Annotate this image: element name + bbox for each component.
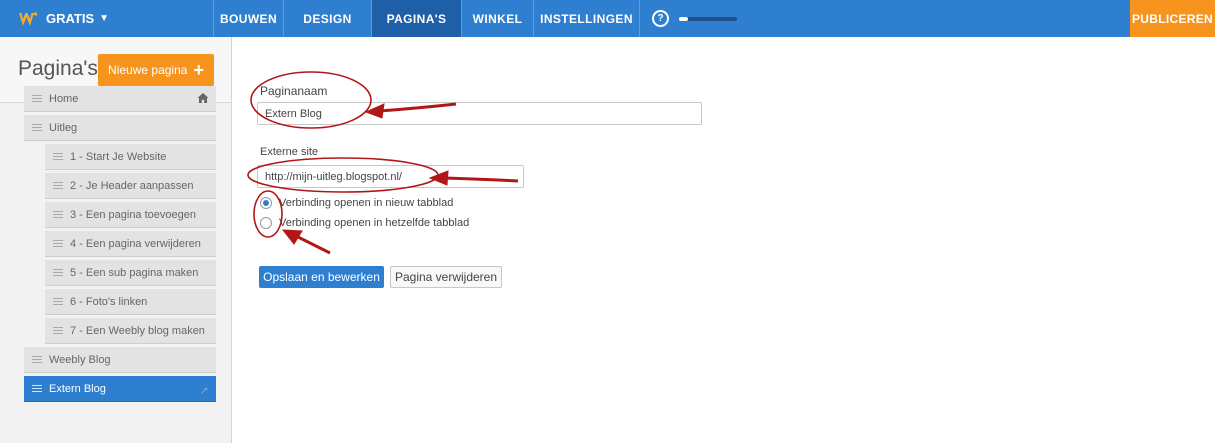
new-page-button[interactable]: Nieuwe pagina + — [98, 54, 214, 86]
help-icon[interactable]: ? — [652, 10, 669, 27]
page-item-weebly-blog-maken[interactable]: 7 - Een Weebly blog maken — [45, 318, 216, 344]
radio-label: Verbinding openen in nieuw tabblad — [279, 197, 454, 209]
setup-progress-fill — [679, 16, 688, 21]
page-item-fotos-linken[interactable]: 6 - Foto's linken — [45, 289, 216, 315]
save-and-edit-button[interactable]: Opslaan en bewerken — [259, 266, 384, 288]
setup-progress-bar — [679, 16, 737, 21]
tab-design[interactable]: DESIGN — [283, 0, 371, 37]
drag-handle-icon[interactable] — [32, 95, 42, 102]
help-area: ? — [639, 0, 737, 37]
plan-menu[interactable]: GRATIS ▼ — [0, 0, 213, 37]
tab-bouwen[interactable]: BOUWEN — [213, 0, 283, 37]
plus-icon: + — [193, 60, 204, 80]
drag-handle-icon[interactable] — [53, 269, 63, 276]
page-item-weebly-blog[interactable]: Weebly Blog — [24, 347, 216, 373]
radio-button-checked[interactable] — [260, 197, 272, 209]
save-label: Opslaan en bewerken — [263, 270, 380, 284]
publish-button[interactable]: PUBLICEREN — [1130, 0, 1215, 37]
tab-label: DESIGN — [303, 11, 352, 26]
page-name-value: Extern Blog — [265, 107, 322, 120]
radio-open-new-tab[interactable]: Verbinding openen in nieuw tabblad — [260, 197, 453, 209]
page-item-label: Home — [49, 92, 79, 105]
drag-handle-icon[interactable] — [53, 211, 63, 218]
sidebar-title: Pagina's — [18, 57, 98, 80]
page-item-home[interactable]: Home — [24, 86, 216, 112]
tab-paginas[interactable]: PAGINA'S — [371, 0, 461, 37]
tab-winkel[interactable]: WINKEL — [461, 0, 533, 37]
drag-handle-icon[interactable] — [32, 356, 42, 363]
help-symbol: ? — [657, 13, 664, 24]
page-name-label: Paginanaam — [260, 84, 328, 98]
tab-label: INSTELLINGEN — [540, 11, 633, 26]
page-item-pagina-toevoegen[interactable]: 3 - Een pagina toevoegen — [45, 202, 216, 228]
tab-label: WINKEL — [472, 11, 523, 26]
tab-label: BOUWEN — [219, 11, 278, 26]
tab-label: PAGINA'S — [386, 11, 447, 26]
drag-handle-icon[interactable] — [53, 240, 63, 247]
drag-handle-icon[interactable] — [53, 182, 63, 189]
top-navigation-bar: GRATIS ▼ BOUWEN DESIGN PAGINA'S WINKEL I… — [0, 0, 1215, 37]
page-item-label: 3 - Een pagina toevoegen — [70, 208, 196, 221]
page-item-label: 2 - Je Header aanpassen — [70, 179, 194, 192]
chevron-down-icon: ▼ — [99, 13, 110, 24]
page-item-start-je-website[interactable]: 1 - Start Je Website — [45, 144, 216, 170]
external-site-label: Externe site — [260, 146, 319, 158]
page-item-label: 5 - Een sub pagina maken — [70, 266, 199, 279]
page-item-label: Uitleg — [49, 121, 78, 134]
radio-label: Verbinding openen in hetzelfde tabblad — [279, 217, 470, 229]
arrowhead-icon — [281, 229, 303, 245]
radio-open-same-tab[interactable]: Verbinding openen in hetzelfde tabblad — [260, 217, 469, 229]
page-item-header-aanpassen[interactable]: 2 - Je Header aanpassen — [45, 173, 216, 199]
weebly-logo-icon — [19, 11, 38, 26]
page-item-pagina-verwijderen[interactable]: 4 - Een pagina verwijderen — [45, 231, 216, 257]
external-site-value: http://mijn-uitleg.blogspot.nl/ — [265, 170, 402, 183]
drag-handle-icon[interactable] — [53, 327, 63, 334]
publish-label: PUBLICEREN — [1131, 11, 1213, 26]
page-list: Home Uitleg 1 - Start Je Website 2 - Je … — [24, 86, 216, 405]
drag-handle-icon[interactable] — [32, 124, 42, 131]
plan-label: GRATIS — [46, 11, 95, 26]
drag-handle-icon[interactable] — [53, 153, 63, 160]
delete-page-button[interactable]: Pagina verwijderen — [390, 266, 502, 288]
annotation-arrow-radio-buttons — [295, 234, 331, 255]
page-item-sub-pagina-maken[interactable]: 5 - Een sub pagina maken — [45, 260, 216, 286]
page-name-input[interactable]: Extern Blog — [257, 102, 702, 125]
page-item-label: 4 - Een pagina verwijderen — [70, 237, 201, 250]
home-icon — [197, 93, 209, 103]
page-item-label: Extern Blog — [49, 382, 106, 395]
page-item-extern-blog[interactable]: Extern Blog ➚ — [24, 376, 216, 402]
page-item-uitleg[interactable]: Uitleg — [24, 115, 216, 141]
page-item-label: 1 - Start Je Website — [70, 150, 167, 163]
drag-handle-icon[interactable] — [32, 385, 42, 392]
drag-handle-icon[interactable] — [53, 298, 63, 305]
tab-instellingen[interactable]: INSTELLINGEN — [533, 0, 639, 37]
delete-label: Pagina verwijderen — [394, 270, 498, 284]
page-item-label: 7 - Een Weebly blog maken — [70, 324, 205, 337]
external-site-input[interactable]: http://mijn-uitleg.blogspot.nl/ — [257, 165, 524, 188]
new-page-label: Nieuwe pagina — [108, 63, 188, 77]
page-item-label: Weebly Blog — [49, 353, 111, 366]
page-item-label: 6 - Foto's linken — [70, 295, 148, 308]
radio-button[interactable] — [260, 217, 272, 229]
external-link-icon: ➚ — [199, 385, 209, 397]
